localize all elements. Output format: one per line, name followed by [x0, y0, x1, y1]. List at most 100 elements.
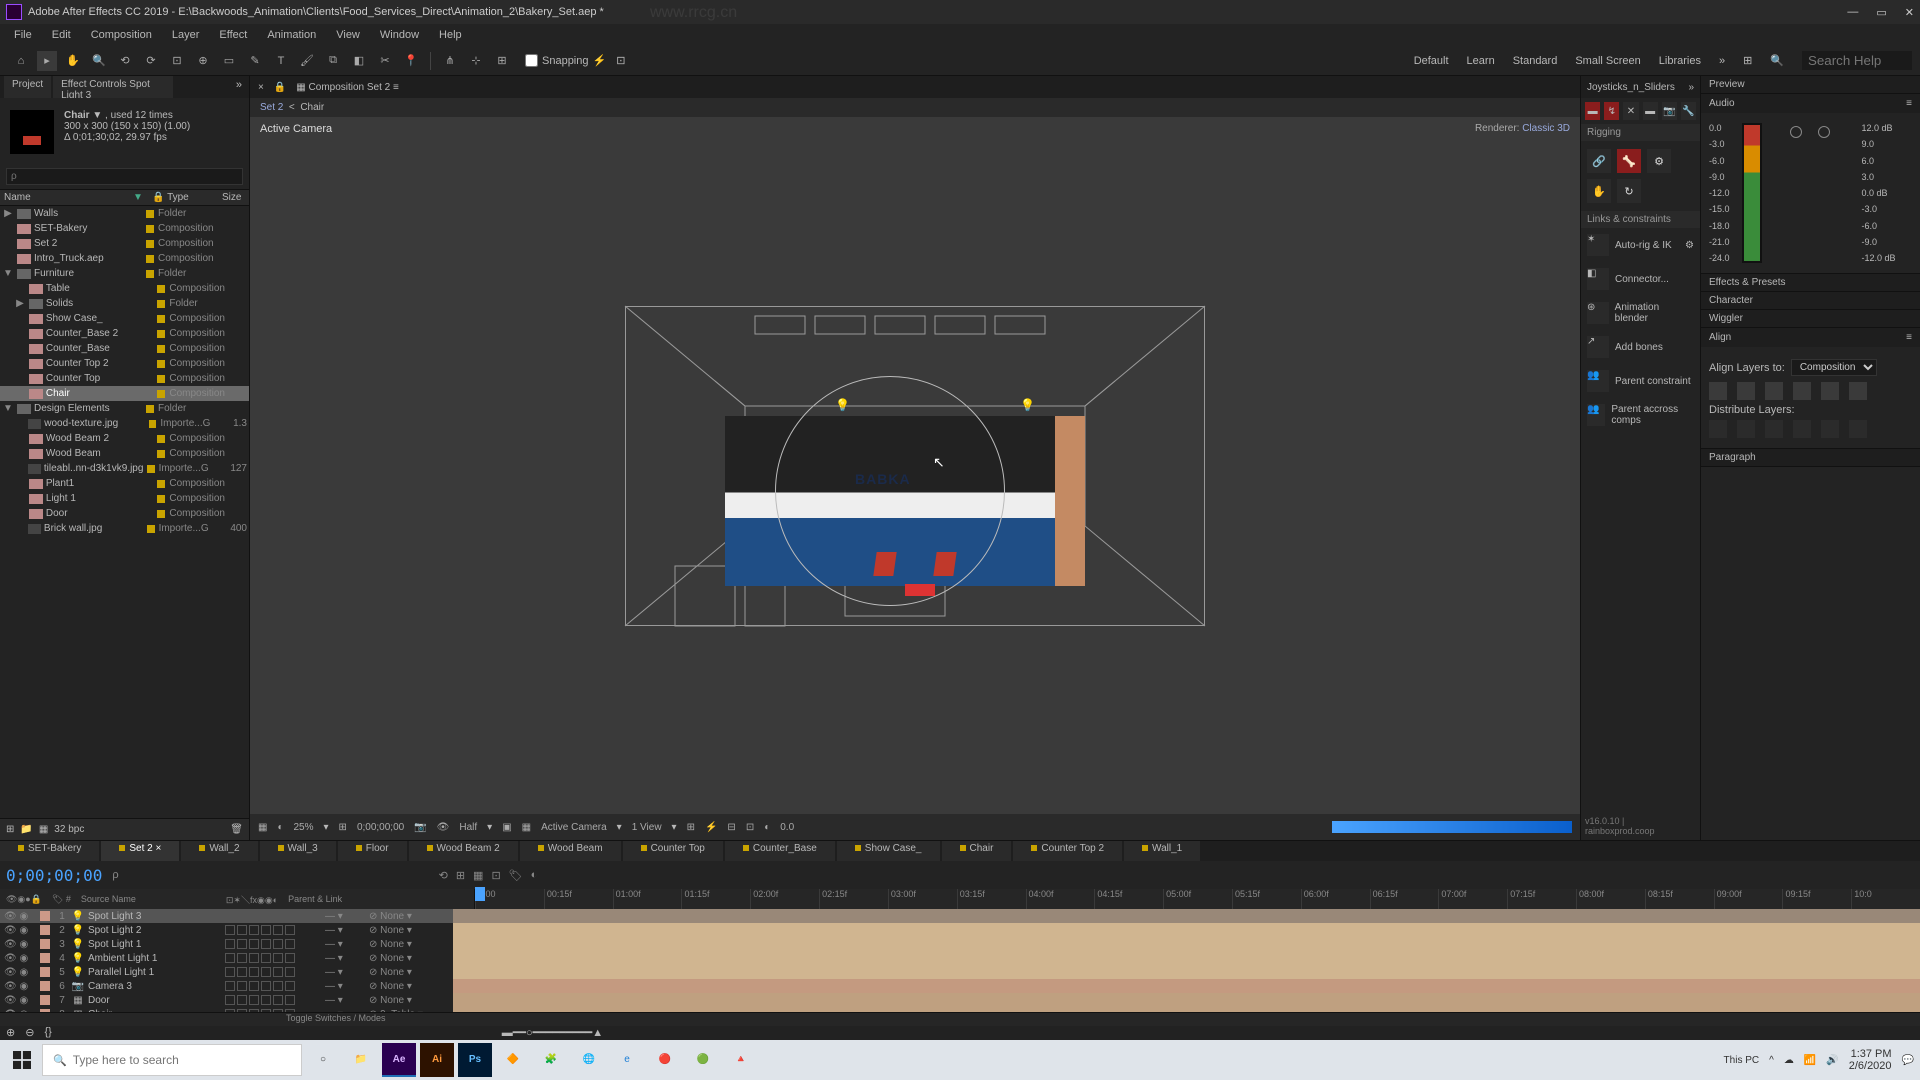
ruler-tick[interactable]: 10:0 [1851, 889, 1920, 909]
app-icon-5[interactable]: 🔺 [724, 1043, 758, 1077]
rig-tool-2[interactable]: 🦴 [1617, 149, 1641, 173]
exposure-value[interactable]: 0.0 [780, 822, 794, 833]
cortana-icon[interactable]: ○ [306, 1043, 340, 1077]
zoom-tool[interactable]: 🔍 [89, 51, 109, 71]
rig-icon-4[interactable]: ▬ [1643, 102, 1658, 120]
col-size[interactable]: Size [222, 192, 241, 203]
project-row[interactable]: Counter Top 2Composition [0, 356, 249, 371]
rig-icon-3[interactable]: ✕ [1623, 102, 1638, 120]
ruler-tick[interactable]: 04:15f [1094, 889, 1163, 909]
ruler-tick[interactable]: 02:00f [750, 889, 819, 909]
project-row[interactable]: Counter_Base 2Composition [0, 326, 249, 341]
project-row[interactable]: Light 1Composition [0, 491, 249, 506]
menu-help[interactable]: Help [429, 27, 472, 43]
camera-tool[interactable]: ⊡ [167, 51, 187, 71]
tray-notifications-icon[interactable]: 💬 [1902, 1055, 1914, 1066]
views-dropdown[interactable]: 1 View [632, 822, 662, 833]
project-row[interactable]: Brick wall.jpgImporte...G400 [0, 521, 249, 536]
world-axis-tool[interactable]: ⊹ [466, 51, 486, 71]
align-panel-title[interactable]: Align [1709, 332, 1731, 343]
rig-tool-3[interactable]: ⚙ [1647, 149, 1671, 173]
project-row[interactable]: ▼FurnitureFolder [0, 266, 249, 281]
puppet-tool[interactable]: 📍 [401, 51, 421, 71]
rig-icon-6[interactable]: 🔧 [1681, 102, 1696, 120]
timeline-tab[interactable]: Set 2 × [101, 841, 179, 861]
rig-opt-parentconstraint[interactable]: 👥Parent constraint [1581, 364, 1700, 398]
eraser-tool[interactable]: ◧ [349, 51, 369, 71]
tray-volume-icon[interactable]: 🔊 [1826, 1055, 1838, 1066]
rig-opt-connector[interactable]: ◧Connector... [1581, 262, 1700, 296]
rig-icon-2[interactable]: ↯ [1604, 102, 1619, 120]
project-row[interactable]: tileabl..nn-d3k1vk9.jpgImporte...G127 [0, 461, 249, 476]
tc-display[interactable]: 0;00;00;00 [357, 822, 404, 833]
timeline-layer[interactable]: 👁 ◉6📷Camera 3― ▾⊘ None ▾ [0, 979, 1920, 993]
exposure-reset-icon[interactable]: ◐ [764, 822, 770, 833]
bpc-toggle[interactable]: 32 bpc [54, 824, 84, 835]
lock-icon[interactable]: 🔒 [274, 82, 286, 93]
tc-search-icon[interactable]: ρ [112, 869, 118, 881]
anchor-tool[interactable]: ⊕ [193, 51, 213, 71]
audio-panel-title[interactable]: Audio [1709, 98, 1735, 109]
home-tool[interactable]: ⌂ [11, 51, 31, 71]
close-button[interactable]: ✕ [1905, 6, 1914, 19]
project-row[interactable]: ▶WallsFolder [0, 206, 249, 221]
fast-preview-icon[interactable]: ⚡ [705, 822, 717, 833]
project-row[interactable]: Counter_BaseComposition [0, 341, 249, 356]
ruler-tick[interactable]: 01:15f [681, 889, 750, 909]
ruler-tick[interactable]: 00:15f [544, 889, 613, 909]
roi-icon[interactable]: ▣ [502, 822, 511, 833]
tl-tool-4[interactable]: ⊡ [491, 869, 500, 882]
delete-icon[interactable]: 🗑 [230, 824, 243, 835]
workspace-smallscreen[interactable]: Small Screen [1575, 55, 1640, 67]
project-row[interactable]: Plant1Composition [0, 476, 249, 491]
thispc-label[interactable]: This PC [1724, 1055, 1760, 1066]
brush-tool[interactable]: 🖌 [297, 51, 317, 71]
help-search-input[interactable] [1802, 51, 1912, 70]
pen-tool[interactable]: ✎ [245, 51, 265, 71]
rig-tool-1[interactable]: 🔗 [1587, 149, 1611, 173]
transparency-icon[interactable]: ▦ [522, 822, 531, 833]
timeline-layer[interactable]: 👁 ◉1💡Spot Light 3― ▾⊘ None ▾ [0, 909, 1920, 923]
col-source-name[interactable]: Source Name [81, 894, 136, 904]
rig-icon-1[interactable]: ▬ [1585, 102, 1600, 120]
effects-presets-title[interactable]: Effects & Presets [1709, 277, 1786, 288]
edge-icon[interactable]: e [610, 1043, 644, 1077]
menu-window[interactable]: Window [370, 27, 429, 43]
project-tree[interactable]: ▶WallsFolderSET-BakeryCompositionSet 2Co… [0, 206, 249, 818]
menu-effect[interactable]: Effect [209, 27, 257, 43]
align-right-icon[interactable] [1765, 382, 1783, 400]
ai-icon[interactable]: Ai [420, 1043, 454, 1077]
workspace-menu[interactable]: » [1719, 55, 1725, 67]
menu-composition[interactable]: Composition [81, 27, 162, 43]
timeline-layer[interactable]: 👁 ◉2💡Spot Light 2― ▾⊘ None ▾ [0, 923, 1920, 937]
local-axis-tool[interactable]: ⋔ [440, 51, 460, 71]
workspace-libraries[interactable]: Libraries [1659, 55, 1701, 67]
explorer-icon[interactable]: 📁 [344, 1043, 378, 1077]
app-icon-3[interactable]: 🔴 [648, 1043, 682, 1077]
app-icon-4[interactable]: 🟢 [686, 1043, 720, 1077]
timeline-tab[interactable]: Show Case_ [837, 841, 940, 861]
light-icon-2[interactable]: 💡 [1020, 398, 1035, 412]
align-left-icon[interactable] [1709, 382, 1727, 400]
effect-controls-tab[interactable]: Effect Controls Spot Light 3 [53, 76, 173, 98]
ruler-tick[interactable]: 08:00f [1576, 889, 1645, 909]
timeline-tab[interactable]: Floor [338, 841, 407, 861]
timeline-layer[interactable]: 👁 ◉5💡Parallel Light 1― ▾⊘ None ▾ [0, 965, 1920, 979]
rect-tool[interactable]: ▭ [219, 51, 239, 71]
app-icon-1[interactable]: 🧩 [534, 1043, 568, 1077]
ruler-tick[interactable]: 05:00f [1163, 889, 1232, 909]
align-top-icon[interactable] [1793, 382, 1811, 400]
snapping-checkbox[interactable]: Snapping ⚡ ⊡ [525, 54, 625, 67]
tl-tool-3[interactable]: ▦ [473, 869, 483, 882]
timeline-tab[interactable]: Wood Beam [520, 841, 621, 861]
pixel-ar-icon[interactable]: ⊞ [687, 822, 695, 833]
workspace-standard[interactable]: Standard [1513, 55, 1558, 67]
tray-cloud-icon[interactable]: ☁ [1784, 1055, 1794, 1066]
project-row[interactable]: SET-BakeryComposition [0, 221, 249, 236]
workspace-learn[interactable]: Learn [1467, 55, 1495, 67]
res-icon[interactable]: ⊞ [339, 822, 347, 833]
playhead[interactable] [475, 887, 485, 901]
project-row[interactable]: ▼Design ElementsFolder [0, 401, 249, 416]
timeline-tab[interactable]: Counter Top [623, 841, 723, 861]
light-icon-1[interactable]: 💡 [835, 398, 850, 412]
